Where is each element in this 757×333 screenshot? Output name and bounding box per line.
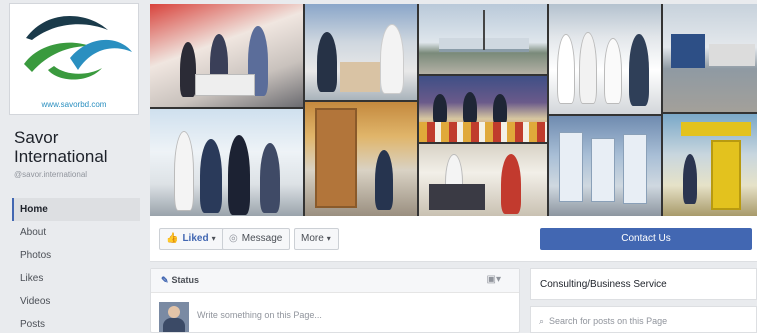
right-panel: Consulting/Business Service ⌕ Search for … xyxy=(530,268,757,333)
nav-item-photos[interactable]: Photos xyxy=(12,244,140,267)
cover-collage-photo xyxy=(419,76,547,142)
nav-item-likes[interactable]: Likes xyxy=(12,267,140,290)
camera-icon[interactable]: ▣▾ xyxy=(487,274,501,285)
more-label: More xyxy=(301,233,324,244)
page-search-input[interactable]: ⌕ Search for posts on this Page xyxy=(530,306,757,333)
left-column: www.savorbd.com Savor International @sav… xyxy=(0,0,148,333)
cover-collage-photo xyxy=(305,102,417,216)
page-action-bar: 👍 Liked ▾ ◎ Message More ▾ Contact Us xyxy=(150,216,757,262)
cover-collage-photo xyxy=(663,114,757,216)
status-tab[interactable]: ✎ Status xyxy=(161,275,199,286)
nav-item-videos[interactable]: Videos xyxy=(12,290,140,313)
page-title[interactable]: Savor International xyxy=(14,128,144,166)
liked-label: Liked xyxy=(182,233,209,244)
cover-collage-photo xyxy=(305,4,417,100)
cover-collage-photo xyxy=(549,116,661,216)
cover-collage-photo xyxy=(150,109,303,216)
logo-website-text: www.savorbd.com xyxy=(41,100,107,109)
pencil-icon: ✎ xyxy=(161,275,169,285)
page-username: @savor.international xyxy=(14,170,88,179)
facebook-page: www.savorbd.com Savor International @sav… xyxy=(0,0,757,333)
profile-picture[interactable]: www.savorbd.com xyxy=(9,3,139,115)
chevron-down-icon: ▾ xyxy=(326,234,331,243)
composer-header: ✎ Status ▣▾ xyxy=(151,269,519,293)
cover-photo[interactable] xyxy=(150,4,757,216)
status-tab-label: Status xyxy=(171,275,200,285)
nav-item-home[interactable]: Home xyxy=(12,198,140,221)
message-button[interactable]: ◎ Message xyxy=(222,228,291,250)
cover-collage-photo xyxy=(419,144,547,216)
cover-collage-photo xyxy=(419,4,547,74)
contact-us-button[interactable]: Contact Us xyxy=(540,228,752,250)
message-label: Message xyxy=(241,233,283,244)
liked-button[interactable]: 👍 Liked ▾ xyxy=(159,228,224,250)
cover-collage-photo xyxy=(663,4,757,112)
thumbs-up-icon: 👍 xyxy=(166,233,179,244)
nav-item-posts[interactable]: Posts xyxy=(12,313,140,333)
more-button[interactable]: More ▾ xyxy=(294,228,339,250)
search-icon: ⌕ xyxy=(539,316,545,326)
page-nav: Home About Photos Likes Videos Posts xyxy=(12,198,140,333)
cover-collage-photo xyxy=(150,4,303,107)
chat-bubble-icon: ◎ xyxy=(229,233,238,244)
search-placeholder: Search for posts on this Page xyxy=(549,316,668,326)
cover-collage-photo xyxy=(549,4,661,114)
chevron-down-icon: ▾ xyxy=(211,234,216,243)
page-category[interactable]: Consulting/Business Service xyxy=(530,268,757,300)
nav-item-about[interactable]: About xyxy=(12,221,140,244)
company-logo xyxy=(24,15,132,80)
status-composer: ✎ Status ▣▾ Write something on this Page.… xyxy=(150,268,520,333)
avatar xyxy=(159,302,189,332)
status-input[interactable]: Write something on this Page... xyxy=(197,310,322,320)
